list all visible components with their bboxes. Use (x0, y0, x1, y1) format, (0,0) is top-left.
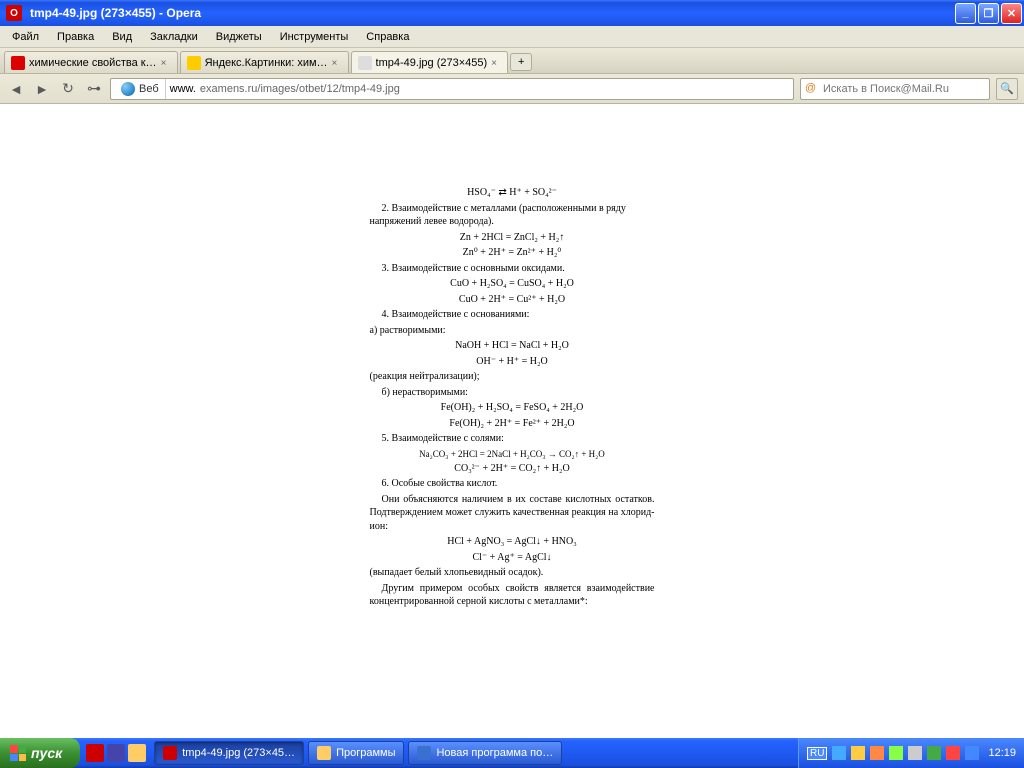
reload-button[interactable]: ↻ (58, 79, 78, 99)
page-content: HSO₄⁻ ⇄ H⁺ + SO₄²⁻ 2. Взаимодействие с м… (0, 104, 1024, 738)
task-icon (417, 746, 431, 760)
taskbar-task-0[interactable]: tmp4-49.jpg (273×45… (154, 741, 304, 765)
tab-close-icon[interactable]: × (332, 58, 342, 68)
back-button[interactable]: ◄ (6, 79, 26, 99)
doc-text: (реакция нейтрализации); (370, 370, 655, 384)
new-tab-button[interactable]: + (510, 53, 532, 71)
menu-view[interactable]: Вид (104, 29, 140, 45)
doc-text: 3. Взаимодействие с основными оксидами. (370, 262, 655, 276)
favicon-icon (187, 56, 201, 70)
favicon-icon (11, 56, 25, 70)
doc-text: 2. Взаимодействие с металлами (расположе… (370, 202, 655, 229)
web-label: Веб (139, 83, 159, 95)
tray-icon[interactable] (889, 746, 903, 760)
menu-bookmarks[interactable]: Закладки (142, 29, 206, 45)
tab-2[interactable]: tmp4-49.jpg (273×455) × (351, 51, 509, 73)
search-field[interactable]: @ (800, 78, 990, 100)
menubar: Файл Правка Вид Закладки Виджеты Инструм… (0, 26, 1024, 48)
tray-icon[interactable] (832, 746, 846, 760)
quick-launch (80, 738, 152, 768)
opera-logo-icon: O (6, 5, 22, 21)
titlebar: O tmp4-49.jpg (273×455) - Opera _ ❐ ✕ (0, 0, 1024, 26)
menu-edit[interactable]: Правка (49, 29, 102, 45)
quick-launch-opera-icon[interactable] (86, 744, 104, 762)
tray-icon[interactable] (870, 746, 884, 760)
search-input[interactable] (823, 83, 985, 95)
tab-label: химические свойства к… (29, 57, 157, 69)
favicon-icon (358, 56, 372, 70)
maximize-button[interactable]: ❐ (978, 3, 999, 24)
equation: CuO + H₂SO₄ = CuSO₄ + H₂O (370, 277, 655, 291)
equation: HSO₄⁻ ⇄ H⁺ + SO₄²⁻ (370, 186, 655, 200)
task-label: Новая программа по… (436, 747, 553, 759)
equation: CuO + 2H⁺ = Cu²⁺ + H₂O (370, 293, 655, 307)
task-icon (317, 746, 331, 760)
tray-icon[interactable] (927, 746, 941, 760)
globe-icon (121, 82, 135, 96)
equation: CO₃²⁻ + 2H⁺ = CO₂↑ + H₂O (370, 462, 655, 476)
tray-icon[interactable] (946, 746, 960, 760)
tab-close-icon[interactable]: × (161, 58, 171, 68)
task-icon (163, 746, 177, 760)
document-image: HSO₄⁻ ⇄ H⁺ + SO₄²⁻ 2. Взаимодействие с м… (370, 184, 655, 738)
url-field[interactable]: Веб www. (110, 78, 794, 100)
doc-text: 6. Особые свойства кислот. (370, 477, 655, 491)
start-button[interactable]: пуск (0, 738, 80, 768)
equation: Fe(OH)₂ + H₂SO₄ = FeSO₄ + 2H₂O (370, 401, 655, 415)
tray-icon[interactable] (908, 746, 922, 760)
equation: Zn + 2HCl = ZnCl₂ + H₂↑ (370, 231, 655, 245)
task-label: tmp4-49.jpg (273×45… (182, 747, 295, 759)
quick-launch-icon[interactable] (128, 744, 146, 762)
doc-text: Другим примером особых свойств является … (370, 582, 655, 609)
tab-1[interactable]: Яндекс.Картинки: хим… × (180, 51, 349, 73)
url-input[interactable] (200, 83, 789, 95)
equation: OH⁻ + H⁺ = H₂O (370, 355, 655, 369)
doc-text: а) растворимыми: (370, 324, 655, 338)
menu-file[interactable]: Файл (4, 29, 47, 45)
equation: Cl⁻ + Ag⁺ = AgCl↓ (370, 551, 655, 565)
doc-text: б) нерастворимыми: (370, 386, 655, 400)
url-prefix: www. (170, 83, 196, 95)
doc-text: 4. Взаимодействие с основаниями: (370, 308, 655, 322)
menu-widgets[interactable]: Виджеты (208, 29, 270, 45)
window-title: tmp4-49.jpg (273×455) - Opera (26, 6, 955, 20)
equation: HCl + AgNO₃ = AgCl↓ + HNO₃ (370, 535, 655, 549)
taskbar-task-2[interactable]: Новая программа по… (408, 741, 562, 765)
task-label: Программы (336, 747, 395, 759)
tab-label: tmp4-49.jpg (273×455) (376, 57, 488, 69)
forward-button[interactable]: ► (32, 79, 52, 99)
tab-row: химические свойства к… × Яндекс.Картинки… (0, 48, 1024, 74)
search-go-button[interactable]: 🔍 (996, 78, 1018, 100)
wand-button[interactable]: ⊶ (84, 79, 104, 99)
tray-icon[interactable] (965, 746, 979, 760)
doc-text: Они объясняются наличием в их составе ки… (370, 493, 655, 534)
quick-launch-icon[interactable] (107, 744, 125, 762)
equation: Fe(OH)₂ + 2H⁺ = Fe²⁺ + 2H₂O (370, 417, 655, 431)
taskbar: пуск tmp4-49.jpg (273×45… Программы Нова… (0, 738, 1024, 768)
equation: Na₂CO₃ + 2HCl = 2NaCl + H₂CO₃ → CO₂↑ + H… (370, 448, 655, 460)
windows-logo-icon (10, 745, 26, 761)
language-indicator[interactable]: RU (807, 747, 827, 760)
tab-close-icon[interactable]: × (491, 58, 501, 68)
start-label: пуск (31, 745, 62, 761)
search-provider-icon[interactable]: @ (805, 82, 819, 96)
tray-icon[interactable] (851, 746, 865, 760)
web-selector[interactable]: Веб (115, 79, 166, 99)
menu-help[interactable]: Справка (358, 29, 417, 45)
equation: Zn⁰ + 2H⁺ = Zn²⁺ + H₂⁰ (370, 246, 655, 260)
equation: NaOH + HCl = NaCl + H₂O (370, 339, 655, 353)
doc-text: (выпадает белый хлопьевидный осадок). (370, 566, 655, 580)
system-tray: RU 12:19 (798, 738, 1024, 768)
clock[interactable]: 12:19 (984, 747, 1016, 759)
address-bar: ◄ ► ↻ ⊶ Веб www. @ 🔍 (0, 74, 1024, 104)
tab-label: Яндекс.Картинки: хим… (205, 57, 328, 69)
tab-0[interactable]: химические свойства к… × (4, 51, 178, 73)
menu-tools[interactable]: Инструменты (272, 29, 357, 45)
minimize-button[interactable]: _ (955, 3, 976, 24)
doc-text: 5. Взаимодействие с солями: (370, 432, 655, 446)
taskbar-task-1[interactable]: Программы (308, 741, 404, 765)
close-button[interactable]: ✕ (1001, 3, 1022, 24)
